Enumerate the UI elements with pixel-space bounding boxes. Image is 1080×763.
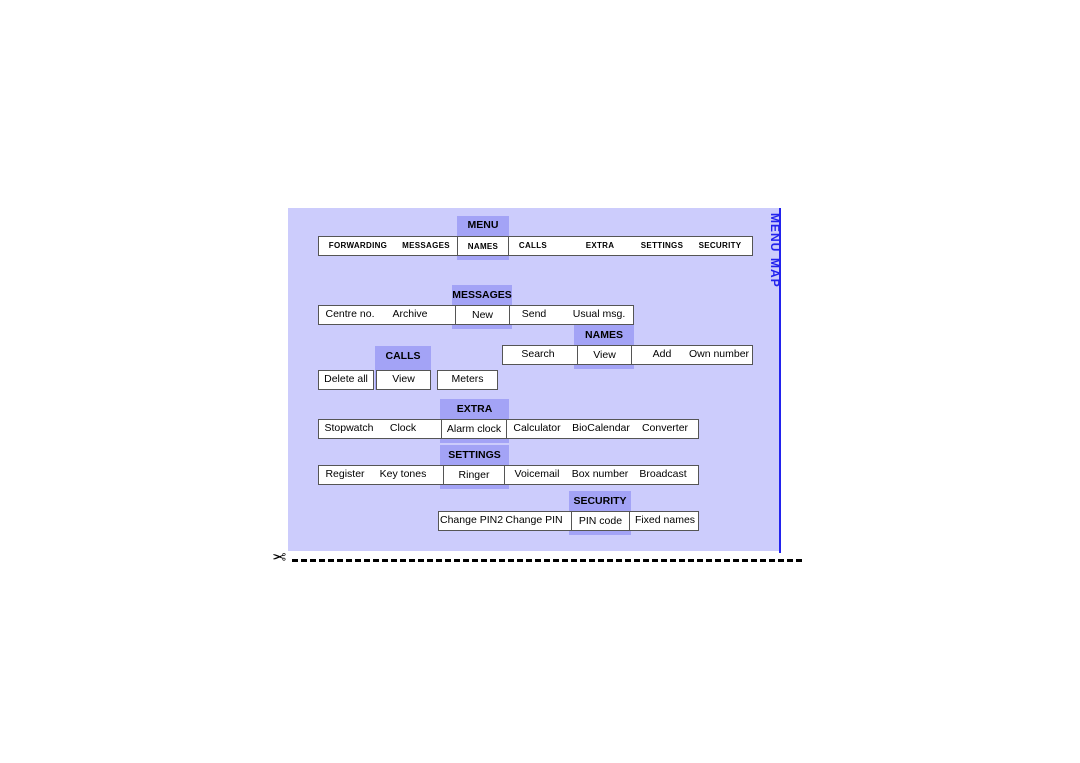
menu-item-settings[interactable]: Settings xyxy=(634,236,690,256)
messages-item-centre-no[interactable]: Centre no. xyxy=(320,305,380,325)
menu-item-security[interactable]: Security xyxy=(692,236,748,256)
extra-item-stopwatch[interactable]: Stopwatch xyxy=(320,419,378,439)
names-item-own-number[interactable]: Own number xyxy=(686,345,752,365)
row-caption-calls: CALLS xyxy=(385,350,421,362)
row-caption-security: SECURITY xyxy=(573,495,627,507)
names-item-search[interactable]: Search xyxy=(508,345,568,365)
extra-item-converter[interactable]: Converter xyxy=(635,419,695,439)
security-item-pin-code[interactable]: PIN code xyxy=(571,511,630,531)
messages-item-send[interactable]: Send xyxy=(513,305,555,325)
row-caption-extra: EXTRA xyxy=(456,403,493,415)
calls-item-view[interactable]: View xyxy=(376,370,431,390)
names-item-add[interactable]: Add xyxy=(640,345,684,365)
security-item-change-pin[interactable]: Change PIN xyxy=(504,511,564,531)
settings-item-ringer[interactable]: Ringer xyxy=(443,465,505,485)
extra-item-clock[interactable]: Clock xyxy=(380,419,426,439)
messages-item-usual-msg[interactable]: Usual msg. xyxy=(568,305,630,325)
menu-item-calls[interactable]: Calls xyxy=(512,236,554,256)
settings-item-broadcast[interactable]: Broadcast xyxy=(633,465,693,485)
settings-item-voicemail[interactable]: Voicemail xyxy=(509,465,565,485)
messages-item-archive[interactable]: Archive xyxy=(382,305,438,325)
page-title: MENU MAP xyxy=(767,213,786,288)
settings-item-register[interactable]: Register xyxy=(320,465,370,485)
row-caption-names: NAMES xyxy=(585,329,623,341)
settings-item-key-tones[interactable]: Key tones xyxy=(374,465,432,485)
scissors-icon: ✂ xyxy=(272,548,287,567)
menu-item-names[interactable]: Names xyxy=(457,236,509,256)
calls-item-delete-all[interactable]: Delete all xyxy=(318,370,374,390)
messages-item-new[interactable]: New xyxy=(455,305,510,325)
settings-item-box-number[interactable]: Box number xyxy=(567,465,633,485)
row-caption-messages: MESSAGES xyxy=(452,289,512,301)
calls-item-meters[interactable]: Meters xyxy=(437,370,498,390)
menu-item-forwarding[interactable]: Forwarding xyxy=(322,236,394,256)
row-caption-settings: SETTINGS xyxy=(448,449,501,461)
menu-item-extra[interactable]: Extra xyxy=(578,236,622,256)
row-caption-menu: MENU xyxy=(467,219,499,231)
cut-line xyxy=(292,559,802,562)
extra-item-alarm-clock[interactable]: Alarm clock xyxy=(441,419,507,439)
extra-item-biocalendar[interactable]: BioCalendar xyxy=(567,419,635,439)
menu-item-messages[interactable]: Messages xyxy=(394,236,458,256)
security-item-change-pin2[interactable]: Change PIN2 xyxy=(440,511,503,531)
names-item-view[interactable]: View xyxy=(577,345,632,365)
extra-item-calculator[interactable]: Calculator xyxy=(509,419,565,439)
security-item-fixed-names[interactable]: Fixed names xyxy=(632,511,698,531)
